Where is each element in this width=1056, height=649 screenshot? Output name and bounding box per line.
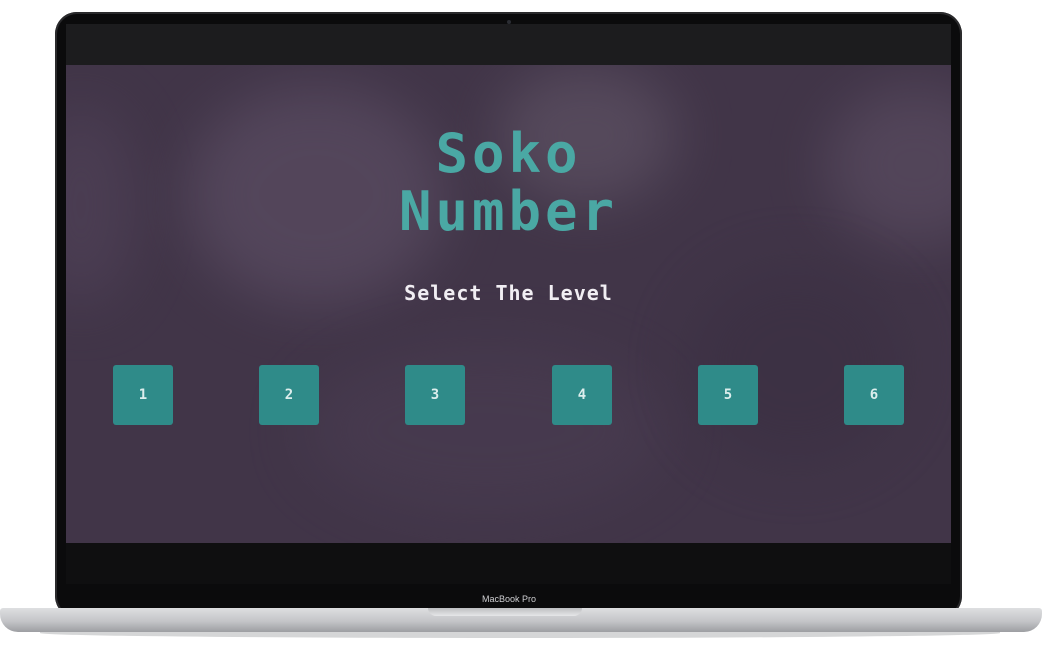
game-title-line-2: Number — [398, 180, 619, 243]
level-select-heading: Select The Level — [404, 281, 613, 305]
device-label: MacBook Pro — [481, 594, 537, 604]
game-title-line-1: Soko — [435, 122, 582, 185]
level-3-button[interactable]: 3 — [405, 365, 465, 425]
laptop-screen: Soko Number Select The Level 1 2 3 4 5 6 — [66, 24, 951, 584]
laptop-lid-notch — [428, 608, 582, 616]
level-1-button[interactable]: 1 — [113, 365, 173, 425]
level-5-button[interactable]: 5 — [698, 365, 758, 425]
level-6-button[interactable]: 6 — [844, 365, 904, 425]
laptop-mockup: Soko Number Select The Level 1 2 3 4 5 6… — [0, 0, 1056, 649]
screen-top-bar — [66, 24, 951, 65]
level-2-button[interactable]: 2 — [259, 365, 319, 425]
screen-bottom-bar — [66, 543, 951, 584]
background-blur — [306, 345, 666, 515]
level-4-button[interactable]: 4 — [552, 365, 612, 425]
game-canvas: Soko Number Select The Level 1 2 3 4 5 6 — [66, 65, 951, 543]
